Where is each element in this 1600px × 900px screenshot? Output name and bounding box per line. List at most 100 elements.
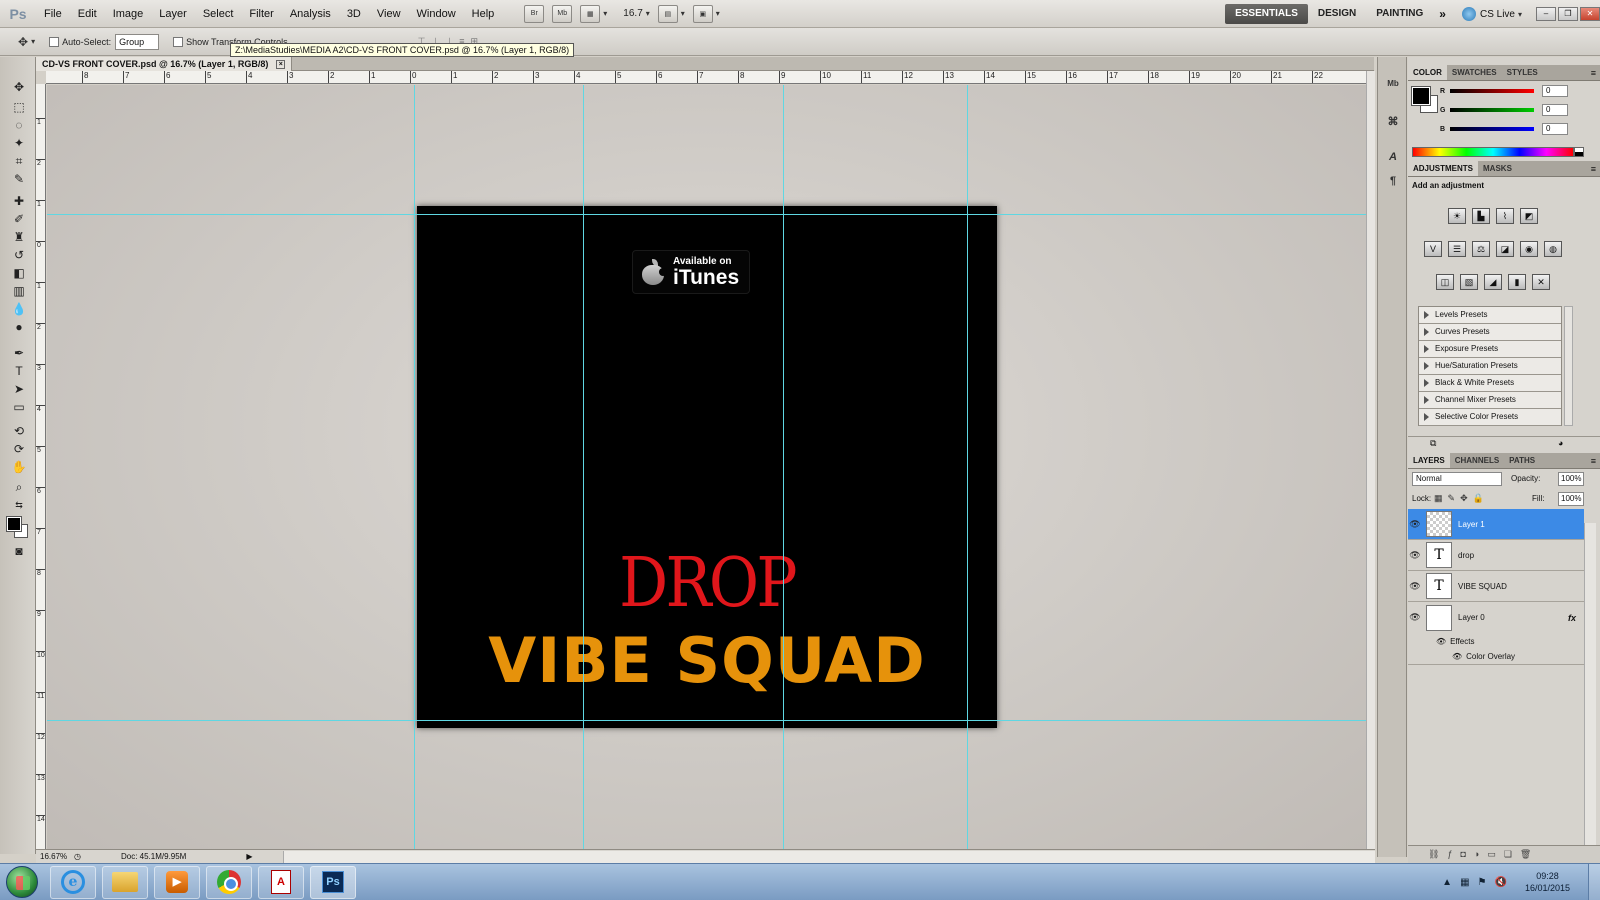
type-tool-icon[interactable]: T: [10, 363, 28, 379]
eye-icon[interactable]: 👁: [1408, 550, 1422, 561]
green-value-input[interactable]: 0: [1542, 104, 1568, 116]
layer-name[interactable]: Layer 0: [1458, 613, 1485, 622]
lasso-tool-icon[interactable]: ◌: [10, 117, 28, 133]
screen-mode-button[interactable]: ▣: [692, 4, 713, 23]
exposure-icon[interactable]: ◩: [1520, 208, 1538, 224]
lock-transparency-icon[interactable]: ▦: [1434, 493, 1448, 503]
canvas-vertical-scrollbar[interactable]: [1366, 71, 1375, 849]
taskbar-media-player[interactable]: ▶: [154, 865, 200, 899]
menu-layer[interactable]: Layer: [151, 8, 195, 20]
layers-scrollbar[interactable]: [1584, 523, 1596, 845]
volume-icon[interactable]: 🔇: [1495, 877, 1507, 888]
paragraph-panel-icon[interactable]: ¶: [1384, 175, 1402, 191]
menu-3d[interactable]: 3D: [339, 8, 369, 20]
launch-mini-bridge-button[interactable]: Mb: [552, 4, 573, 23]
eye-icon[interactable]: 👁: [1408, 612, 1422, 623]
launch-bridge-button[interactable]: Br: [524, 4, 545, 23]
cs-live-button[interactable]: CS Live ▾: [1461, 7, 1522, 21]
lock-all-icon[interactable]: 🔒: [1473, 493, 1489, 503]
eye-icon[interactable]: 👁: [1452, 652, 1462, 661]
shape-tool-icon[interactable]: ▭: [10, 399, 28, 415]
taskbar-internet-explorer[interactable]: e: [50, 865, 96, 899]
healing-brush-icon[interactable]: ✚: [10, 193, 28, 209]
guide-horizontal[interactable]: [47, 214, 1366, 215]
tab-styles[interactable]: STYLES: [1502, 65, 1543, 80]
preset-curves[interactable]: Curves Presets: [1419, 324, 1561, 341]
green-slider[interactable]: [1450, 108, 1534, 112]
auto-select-checkbox[interactable]: [49, 36, 60, 47]
zoom-field[interactable]: 16.67%: [36, 852, 74, 861]
quick-mask-icon[interactable]: ◙: [10, 543, 28, 559]
tab-swatches[interactable]: SWATCHES: [1447, 65, 1502, 80]
black-white-icon[interactable]: ◪: [1496, 241, 1514, 257]
blend-mode-select[interactable]: Normal: [1412, 472, 1502, 486]
path-selection-icon[interactable]: ➤: [10, 381, 28, 397]
close-button[interactable]: ✕: [1580, 7, 1600, 21]
crop-tool-icon[interactable]: ⌗: [10, 153, 28, 169]
show-transform-checkbox[interactable]: [173, 36, 184, 47]
clip-to-layer-icon[interactable]: ⧉: [1430, 438, 1436, 449]
zoom-tool-icon[interactable]: ⌕: [10, 479, 28, 495]
layer-effects-icon[interactable]: fx: [1568, 613, 1576, 623]
color-spectrum-ramp[interactable]: [1412, 147, 1574, 157]
preset-black-white[interactable]: Black & White Presets: [1419, 375, 1561, 392]
black-white-ramp[interactable]: [1574, 147, 1584, 157]
vibrance-icon[interactable]: V: [1424, 241, 1442, 257]
layer-row-vibe-squad[interactable]: 👁 T VIBE SQUAD: [1408, 571, 1584, 602]
add-style-icon[interactable]: ƒ: [1447, 849, 1460, 859]
artboard[interactable]: Available on iTunes DROP VIBE SQUAD: [417, 206, 997, 728]
chevron-down-icon[interactable]: ▾: [681, 9, 685, 18]
arrange-documents-button[interactable]: ▤: [657, 4, 678, 23]
hand-tool-icon[interactable]: ✋: [10, 459, 28, 475]
delete-layer-icon[interactable]: 🗑: [1520, 849, 1539, 859]
layer-name[interactable]: VIBE SQUAD: [1458, 582, 1507, 591]
guide-horizontal[interactable]: [47, 720, 1366, 721]
levels-icon[interactable]: ▙: [1472, 208, 1490, 224]
presets-scrollbar[interactable]: [1564, 306, 1573, 426]
preset-selective-color[interactable]: Selective Color Presets: [1419, 409, 1561, 426]
taskbar-chrome[interactable]: [206, 865, 252, 899]
lock-position-icon[interactable]: ✥: [1460, 493, 1473, 503]
panel-menu-icon[interactable]: ≡: [1591, 65, 1596, 80]
history-panel-icon[interactable]: ⌘: [1384, 115, 1402, 131]
taskbar-clock[interactable]: 09:28 16/01/2015: [1525, 870, 1570, 894]
red-value-input[interactable]: 0: [1542, 85, 1568, 97]
channel-mixer-icon[interactable]: ◍: [1544, 241, 1562, 257]
blue-slider[interactable]: [1450, 127, 1534, 131]
threshold-icon[interactable]: ◢: [1484, 274, 1502, 290]
brightness-contrast-icon[interactable]: ☀: [1448, 208, 1466, 224]
gradient-tool-icon[interactable]: ▥: [10, 283, 28, 299]
invert-icon[interactable]: ◫: [1436, 274, 1454, 290]
menu-help[interactable]: Help: [464, 8, 503, 20]
link-layers-icon[interactable]: ⛓: [1428, 849, 1447, 859]
menu-file[interactable]: File: [36, 8, 70, 20]
fill-input[interactable]: 100%: [1558, 492, 1584, 506]
hue-saturation-icon[interactable]: ☰: [1448, 241, 1466, 257]
tab-adjustments[interactable]: ADJUSTMENTS: [1408, 161, 1479, 176]
view-extras-button[interactable]: ▦: [580, 4, 601, 23]
curves-icon[interactable]: ⌇: [1496, 208, 1514, 224]
document-tab[interactable]: CD-VS FRONT COVER.psd @ 16.7% (Layer 1, …: [36, 57, 293, 71]
menu-window[interactable]: Window: [409, 8, 464, 20]
marquee-tool-icon[interactable]: ⬚: [10, 99, 28, 115]
history-brush-icon[interactable]: ↺: [10, 247, 28, 263]
chevron-down-icon[interactable]: ▾: [646, 9, 650, 18]
start-button[interactable]: [6, 866, 38, 898]
gradient-map-icon[interactable]: ▮: [1508, 274, 1526, 290]
status-menu-arrow-icon[interactable]: ▶: [246, 852, 252, 861]
new-group-icon[interactable]: ▭: [1487, 849, 1504, 859]
preset-channel-mixer[interactable]: Channel Mixer Presets: [1419, 392, 1561, 409]
layer-name[interactable]: Layer 1: [1458, 520, 1485, 529]
action-center-icon[interactable]: ⚑: [1478, 877, 1487, 888]
canvas-area[interactable]: Available on iTunes DROP VIBE SQUAD: [47, 85, 1366, 849]
move-tool-icon[interactable]: ✥: [10, 79, 28, 95]
selective-color-icon[interactable]: ✕: [1532, 274, 1550, 290]
layer-row-drop[interactable]: 👁 T drop: [1408, 540, 1584, 571]
workspace-painting[interactable]: PAINTING: [1366, 4, 1433, 24]
3d-rotate-icon[interactable]: ⟲: [10, 423, 28, 439]
panel-menu-icon[interactable]: ≡: [1591, 161, 1596, 176]
taskbar-file-explorer[interactable]: [102, 865, 148, 899]
zoom-level[interactable]: 16.7: [623, 8, 642, 19]
menu-view[interactable]: View: [369, 8, 409, 20]
swap-colors-icon[interactable]: ⇆: [10, 497, 28, 513]
